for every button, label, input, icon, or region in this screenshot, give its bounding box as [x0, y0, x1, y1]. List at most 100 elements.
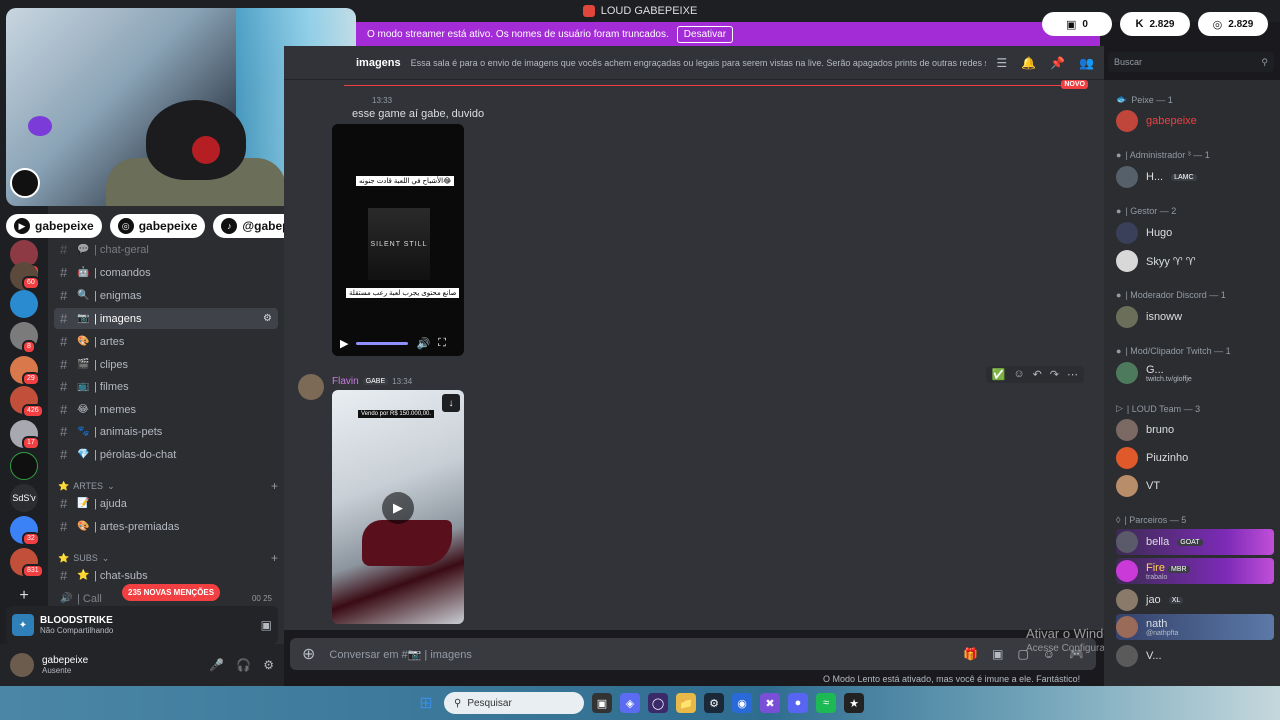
discord-icon[interactable]: ● — [788, 693, 808, 713]
role-label: | Parceiros — 5 — [1124, 515, 1187, 525]
member-item[interactable]: isnoww — [1116, 304, 1274, 330]
channel-emoji-icon: 🎨 — [77, 521, 90, 532]
microphone-icon[interactable]: 🎤 — [209, 658, 224, 672]
member-item[interactable]: Fire MBR trabalo — [1116, 558, 1274, 584]
avatar — [1116, 560, 1138, 582]
member-item[interactable]: Skyy ♈ ♈ — [1116, 248, 1274, 274]
video-attachment[interactable]: Vendo por R$ 150.000,00. ↓ ▶ — [332, 390, 464, 624]
headphones-icon[interactable]: 🎧 — [236, 658, 251, 672]
hash-icon: # — [60, 334, 68, 349]
channel-artes[interactable]: # 🎨 | artes — [54, 331, 278, 352]
app-icon[interactable]: ✖ — [760, 693, 780, 713]
member-item[interactable]: Piuzinho — [1116, 445, 1274, 471]
app-icon[interactable]: ◯ — [648, 693, 668, 713]
channel-filmes[interactable]: # 📺 | filmes — [54, 376, 278, 397]
pin-icon[interactable]: 📌 — [1050, 56, 1065, 70]
fullscreen-icon[interactable]: ⛶ — [438, 337, 446, 350]
check-icon[interactable]: ✅ — [992, 368, 1006, 381]
member-item[interactable]: jao XL — [1116, 587, 1274, 613]
browser-icon[interactable]: ◉ — [732, 693, 752, 713]
add-channel-icon[interactable]: + — [271, 479, 278, 493]
spotify-icon[interactable]: ≈ — [816, 693, 836, 713]
member-item[interactable]: gabepeixe — [1116, 108, 1274, 134]
avatar[interactable] — [298, 374, 324, 400]
taskbar-search[interactable]: ⚲ Pesquisar — [444, 692, 584, 714]
new-mentions-pill[interactable]: 235 NOVAS MENÇÕES — [122, 584, 221, 601]
forward-icon[interactable]: ↷ — [1050, 368, 1059, 381]
channel-comandos[interactable]: # 🤖 | comandos — [54, 262, 278, 283]
message-actions: ✅ ☺ ↶ ↷ ⋯ — [985, 366, 1084, 383]
message-composer[interactable]: ⊕ Conversar em #📷 | imagens 🎁 ▣ ▢ ☺ 🎮 — [290, 638, 1096, 670]
member-item[interactable]: bruno — [1116, 417, 1274, 443]
hash-icon: # — [60, 519, 68, 534]
channel-animais-pets[interactable]: # 🐾 | animais-pets — [54, 421, 278, 442]
threads-icon[interactable]: ☰ — [996, 56, 1007, 70]
windows-start-icon[interactable]: ⊞ — [416, 693, 436, 713]
channel-enigmas[interactable]: # 🔍 | enigmas — [54, 285, 278, 306]
gift-icon[interactable]: 🎁 — [963, 647, 978, 661]
member-item[interactable]: H... LAMC — [1116, 164, 1274, 190]
member-item[interactable]: Hugo — [1116, 220, 1274, 246]
share-screen-icon[interactable]: ▣ — [261, 618, 272, 632]
members-icon[interactable]: 👥 — [1079, 56, 1094, 70]
channel-label: | pérolas-do-chat — [94, 448, 177, 461]
member-item[interactable]: VT — [1116, 473, 1274, 499]
bell-icon[interactable]: 🔔 — [1021, 56, 1036, 70]
file-explorer-icon[interactable]: 📁 — [676, 693, 696, 713]
add-attachment-icon[interactable]: ⊕ — [302, 644, 315, 664]
channel-label: | memes — [94, 403, 136, 416]
more-icon[interactable]: ⋯ — [1067, 368, 1078, 381]
channel-perolas-do-chat[interactable]: # 💎 | pérolas-do-chat — [54, 444, 278, 465]
channel-emoji-icon: 🎬 — [77, 359, 90, 370]
reply-icon[interactable]: ↶ — [1033, 368, 1042, 381]
channel-artes-premiadas[interactable]: # 🎨 | artes-premiadas — [54, 516, 278, 537]
channel-settings-icon[interactable]: ⚙ — [263, 313, 272, 324]
channel-chat-subs[interactable]: # ⭐ | chat-subs — [54, 565, 278, 586]
taskbar-search-label: Pesquisar — [467, 697, 512, 709]
task-view-icon[interactable]: ▣ — [592, 693, 612, 713]
search-input[interactable]: Buscar ⚲ — [1108, 52, 1274, 72]
video-overlay-text: Vendo por R$ 150.000,00. — [358, 410, 435, 418]
member-item[interactable]: G... twitch.tv/gloffje — [1116, 360, 1274, 386]
hash-icon: # — [60, 402, 68, 417]
banner-text: O modo streamer está ativo. Os nomes de … — [366, 28, 669, 40]
play-icon[interactable]: ▶ — [382, 492, 414, 524]
channel-label: | artes-premiadas — [94, 520, 180, 533]
app-icon[interactable]: ★ — [844, 693, 864, 713]
video-caption: صانع محتوى يجرب لعبة رعب مستقلة — [346, 288, 460, 298]
chevron-down-icon: ⌄ — [107, 480, 115, 491]
channel-memes[interactable]: # 😂 | memes — [54, 399, 278, 420]
gear-icon[interactable]: ⚙ — [263, 658, 274, 672]
add-channel-icon[interactable]: + — [271, 551, 278, 565]
channel-chat-geral[interactable]: # 💬 | chat-geral — [54, 239, 278, 260]
globe-icon: ◎ — [1212, 18, 1223, 31]
steam-icon[interactable]: ⚙ — [704, 693, 724, 713]
avatar[interactable] — [10, 653, 34, 677]
server-icon[interactable] — [10, 290, 38, 318]
channel-ajuda[interactable]: # 📝 | ajuda — [54, 493, 278, 514]
channel-topic[interactable]: Essa sala é para o envio de imagens que … — [411, 58, 987, 68]
gif-icon[interactable]: ▣ — [992, 647, 1003, 661]
video-progress[interactable] — [356, 341, 409, 345]
message-author[interactable]: Flavin GABE 13:34 — [332, 376, 412, 387]
message-text: esse game aí gabe, duvido — [352, 108, 485, 120]
channel-imagens[interactable]: # 📷 | imagens ⚙ — [54, 308, 278, 329]
server-icon[interactable] — [10, 452, 38, 480]
category-subs[interactable]: ⭐ SUBS ⌄ + — [58, 551, 278, 565]
disable-streamer-button[interactable]: Desativar — [676, 25, 734, 43]
member-item[interactable]: bella GOAT — [1116, 529, 1274, 555]
download-icon[interactable]: ↓ — [442, 394, 460, 412]
member-item[interactable]: V... — [1116, 643, 1274, 669]
volume-icon[interactable]: 🔊 — [416, 337, 430, 350]
server-icon[interactable]: SdS'v — [10, 484, 38, 512]
video-attachment[interactable]: الأشباح في اللعبة قادت جنونه😂 SILENT STI… — [332, 124, 464, 356]
channel-clipes[interactable]: # 🎬 | clipes — [54, 354, 278, 375]
category-artes[interactable]: ⭐ ARTES ⌄ + — [58, 479, 278, 493]
hash-icon: # — [60, 357, 68, 372]
copilot-icon[interactable]: ◈ — [620, 693, 640, 713]
member-badge: LAMC — [1171, 173, 1197, 181]
member-item[interactable]: nath @nathpfta — [1116, 614, 1274, 640]
member-name: V... — [1146, 650, 1162, 662]
reaction-icon[interactable]: ☺ — [1013, 368, 1024, 381]
play-icon[interactable]: ▶ — [340, 337, 348, 350]
